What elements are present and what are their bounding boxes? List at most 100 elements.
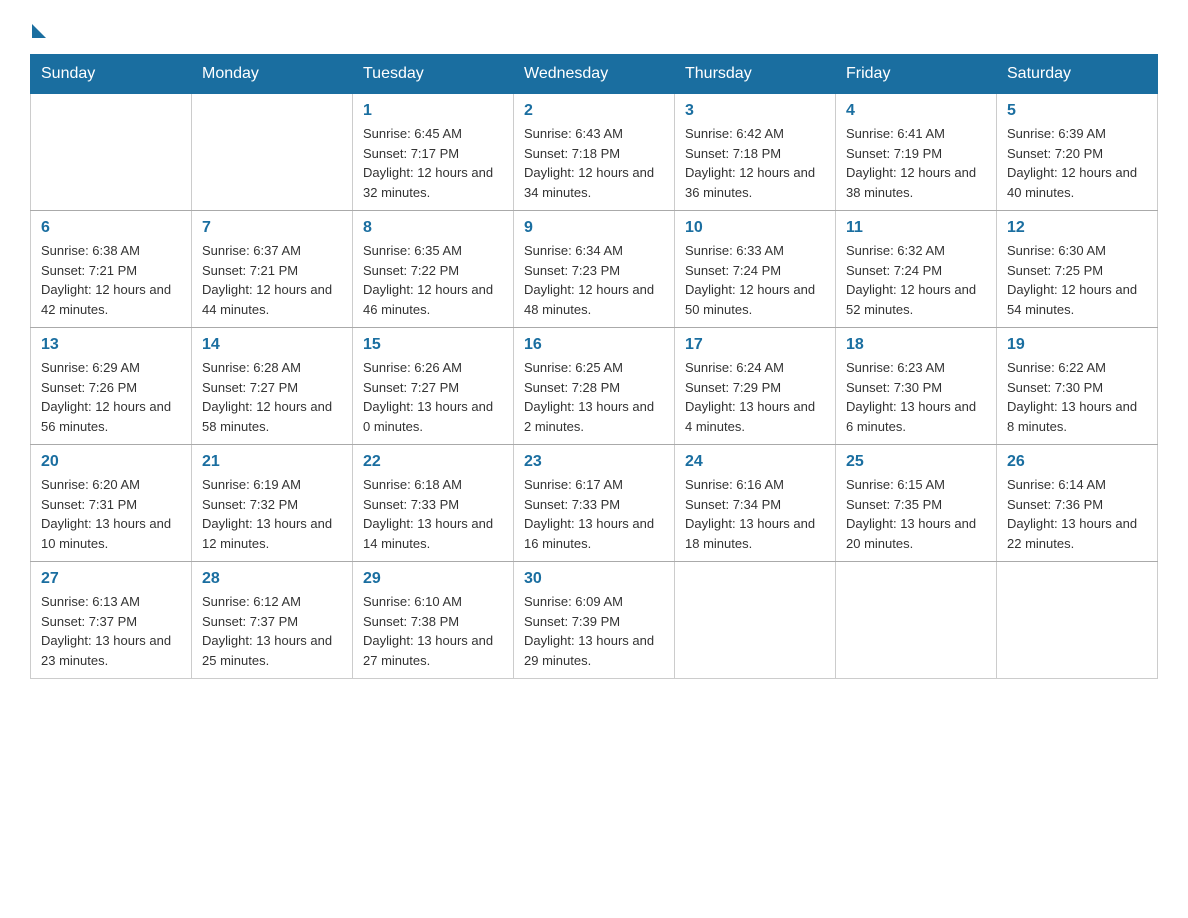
calendar-cell: 12 Sunrise: 6:30 AMSunset: 7:25 PMDayligh… bbox=[997, 211, 1158, 328]
calendar-cell: 16 Sunrise: 6:25 AMSunset: 7:28 PMDayligh… bbox=[514, 328, 675, 445]
weekday-header-monday: Monday bbox=[192, 55, 353, 94]
calendar-cell: 11Sunrise: 6:32 AMSunset: 7:24 PMDayligh… bbox=[836, 211, 997, 328]
day-number: 12 bbox=[1007, 219, 1147, 237]
logo-triangle-icon bbox=[32, 24, 46, 38]
day-detail: Sunrise: 6:30 AMSunset: 7:25 PMDaylight:… bbox=[1007, 241, 1147, 319]
day-detail: Sunrise: 6:39 AMSunset: 7:20 PMDaylight:… bbox=[1007, 124, 1147, 202]
day-detail: Sunrise: 6:24 AMSunset: 7:29 PMDaylight:… bbox=[685, 358, 825, 436]
day-number: 19 bbox=[1007, 336, 1147, 354]
calendar-cell bbox=[836, 562, 997, 679]
day-detail: Sunrise: 6:13 AMSunset: 7:37 PMDaylight:… bbox=[41, 592, 181, 670]
day-detail: Sunrise: 6:19 AMSunset: 7:32 PMDaylight:… bbox=[202, 475, 342, 553]
weekday-header-wednesday: Wednesday bbox=[514, 55, 675, 94]
calendar-cell: 7 Sunrise: 6:37 AMSunset: 7:21 PMDaylight… bbox=[192, 211, 353, 328]
day-number: 30 bbox=[524, 570, 664, 588]
day-number: 20 bbox=[41, 453, 181, 471]
calendar-cell: 24 Sunrise: 6:16 AMSunset: 7:34 PMDayligh… bbox=[675, 445, 836, 562]
day-detail: Sunrise: 6:20 AMSunset: 7:31 PMDaylight:… bbox=[41, 475, 181, 553]
day-detail: Sunrise: 6:42 AMSunset: 7:18 PMDaylight:… bbox=[685, 124, 825, 202]
day-detail: Sunrise: 6:15 AMSunset: 7:35 PMDaylight:… bbox=[846, 475, 986, 553]
weekday-header-row: SundayMondayTuesdayWednesdayThursdayFrid… bbox=[31, 55, 1158, 94]
calendar-cell: 29 Sunrise: 6:10 AMSunset: 7:38 PMDayligh… bbox=[353, 562, 514, 679]
day-detail: Sunrise: 6:23 AMSunset: 7:30 PMDaylight:… bbox=[846, 358, 986, 436]
calendar-cell: 18 Sunrise: 6:23 AMSunset: 7:30 PMDayligh… bbox=[836, 328, 997, 445]
day-detail: Sunrise: 6:37 AMSunset: 7:21 PMDaylight:… bbox=[202, 241, 342, 319]
calendar-cell: 22Sunrise: 6:18 AMSunset: 7:33 PMDayligh… bbox=[353, 445, 514, 562]
day-detail: Sunrise: 6:09 AMSunset: 7:39 PMDaylight:… bbox=[524, 592, 664, 670]
calendar-cell bbox=[997, 562, 1158, 679]
calendar-table: SundayMondayTuesdayWednesdayThursdayFrid… bbox=[30, 54, 1158, 679]
day-number: 1 bbox=[363, 102, 503, 120]
weekday-header-thursday: Thursday bbox=[675, 55, 836, 94]
calendar-cell bbox=[675, 562, 836, 679]
calendar-week-row: 6Sunrise: 6:38 AMSunset: 7:21 PMDaylight… bbox=[31, 211, 1158, 328]
day-number: 24 bbox=[685, 453, 825, 471]
day-detail: Sunrise: 6:14 AMSunset: 7:36 PMDaylight:… bbox=[1007, 475, 1147, 553]
day-number: 28 bbox=[202, 570, 342, 588]
calendar-cell: 1 Sunrise: 6:45 AMSunset: 7:17 PMDaylight… bbox=[353, 94, 514, 211]
day-number: 16 bbox=[524, 336, 664, 354]
day-detail: Sunrise: 6:16 AMSunset: 7:34 PMDaylight:… bbox=[685, 475, 825, 553]
calendar-cell: 8 Sunrise: 6:35 AMSunset: 7:22 PMDaylight… bbox=[353, 211, 514, 328]
day-number: 9 bbox=[524, 219, 664, 237]
day-number: 7 bbox=[202, 219, 342, 237]
calendar-cell: 3Sunrise: 6:42 AMSunset: 7:18 PMDaylight… bbox=[675, 94, 836, 211]
calendar-cell: 5 Sunrise: 6:39 AMSunset: 7:20 PMDaylight… bbox=[997, 94, 1158, 211]
calendar-cell: 17 Sunrise: 6:24 AMSunset: 7:29 PMDayligh… bbox=[675, 328, 836, 445]
calendar-cell: 19 Sunrise: 6:22 AMSunset: 7:30 PMDayligh… bbox=[997, 328, 1158, 445]
day-number: 29 bbox=[363, 570, 503, 588]
day-number: 23 bbox=[524, 453, 664, 471]
day-number: 14 bbox=[202, 336, 342, 354]
day-detail: Sunrise: 6:22 AMSunset: 7:30 PMDaylight:… bbox=[1007, 358, 1147, 436]
day-detail: Sunrise: 6:41 AMSunset: 7:19 PMDaylight:… bbox=[846, 124, 986, 202]
day-number: 5 bbox=[1007, 102, 1147, 120]
day-number: 27 bbox=[41, 570, 181, 588]
day-detail: Sunrise: 6:28 AMSunset: 7:27 PMDaylight:… bbox=[202, 358, 342, 436]
weekday-header-sunday: Sunday bbox=[31, 55, 192, 94]
calendar-week-row: 20 Sunrise: 6:20 AMSunset: 7:31 PMDayligh… bbox=[31, 445, 1158, 562]
day-detail: Sunrise: 6:33 AMSunset: 7:24 PMDaylight:… bbox=[685, 241, 825, 319]
day-detail: Sunrise: 6:17 AMSunset: 7:33 PMDaylight:… bbox=[524, 475, 664, 553]
calendar-cell bbox=[31, 94, 192, 211]
calendar-cell: 15 Sunrise: 6:26 AMSunset: 7:27 PMDayligh… bbox=[353, 328, 514, 445]
day-detail: Sunrise: 6:26 AMSunset: 7:27 PMDaylight:… bbox=[363, 358, 503, 436]
weekday-header-saturday: Saturday bbox=[997, 55, 1158, 94]
calendar-cell: 14 Sunrise: 6:28 AMSunset: 7:27 PMDayligh… bbox=[192, 328, 353, 445]
day-number: 17 bbox=[685, 336, 825, 354]
day-number: 18 bbox=[846, 336, 986, 354]
page-header bbox=[30, 20, 1158, 36]
weekday-header-tuesday: Tuesday bbox=[353, 55, 514, 94]
calendar-cell: 2 Sunrise: 6:43 AMSunset: 7:18 PMDaylight… bbox=[514, 94, 675, 211]
day-detail: Sunrise: 6:43 AMSunset: 7:18 PMDaylight:… bbox=[524, 124, 664, 202]
calendar-cell: 28 Sunrise: 6:12 AMSunset: 7:37 PMDayligh… bbox=[192, 562, 353, 679]
day-detail: Sunrise: 6:32 AMSunset: 7:24 PMDaylight:… bbox=[846, 241, 986, 319]
day-number: 2 bbox=[524, 102, 664, 120]
day-number: 4 bbox=[846, 102, 986, 120]
calendar-cell: 27 Sunrise: 6:13 AMSunset: 7:37 PMDayligh… bbox=[31, 562, 192, 679]
day-detail: Sunrise: 6:12 AMSunset: 7:37 PMDaylight:… bbox=[202, 592, 342, 670]
calendar-cell bbox=[192, 94, 353, 211]
day-detail: Sunrise: 6:38 AMSunset: 7:21 PMDaylight:… bbox=[41, 241, 181, 319]
calendar-cell: 23 Sunrise: 6:17 AMSunset: 7:33 PMDayligh… bbox=[514, 445, 675, 562]
calendar-week-row: 13 Sunrise: 6:29 AMSunset: 7:26 PMDayligh… bbox=[31, 328, 1158, 445]
weekday-header-friday: Friday bbox=[836, 55, 997, 94]
day-number: 26 bbox=[1007, 453, 1147, 471]
day-number: 10 bbox=[685, 219, 825, 237]
day-number: 15 bbox=[363, 336, 503, 354]
day-detail: Sunrise: 6:34 AMSunset: 7:23 PMDaylight:… bbox=[524, 241, 664, 319]
calendar-cell: 13 Sunrise: 6:29 AMSunset: 7:26 PMDayligh… bbox=[31, 328, 192, 445]
day-detail: Sunrise: 6:10 AMSunset: 7:38 PMDaylight:… bbox=[363, 592, 503, 670]
day-detail: Sunrise: 6:35 AMSunset: 7:22 PMDaylight:… bbox=[363, 241, 503, 319]
calendar-cell: 20 Sunrise: 6:20 AMSunset: 7:31 PMDayligh… bbox=[31, 445, 192, 562]
day-detail: Sunrise: 6:25 AMSunset: 7:28 PMDaylight:… bbox=[524, 358, 664, 436]
day-detail: Sunrise: 6:45 AMSunset: 7:17 PMDaylight:… bbox=[363, 124, 503, 202]
calendar-cell: 10 Sunrise: 6:33 AMSunset: 7:24 PMDayligh… bbox=[675, 211, 836, 328]
calendar-cell: 9 Sunrise: 6:34 AMSunset: 7:23 PMDaylight… bbox=[514, 211, 675, 328]
calendar-cell: 4 Sunrise: 6:41 AMSunset: 7:19 PMDaylight… bbox=[836, 94, 997, 211]
day-detail: Sunrise: 6:29 AMSunset: 7:26 PMDaylight:… bbox=[41, 358, 181, 436]
day-number: 13 bbox=[41, 336, 181, 354]
day-detail: Sunrise: 6:18 AMSunset: 7:33 PMDaylight:… bbox=[363, 475, 503, 553]
calendar-cell: 30 Sunrise: 6:09 AMSunset: 7:39 PMDayligh… bbox=[514, 562, 675, 679]
calendar-cell: 6Sunrise: 6:38 AMSunset: 7:21 PMDaylight… bbox=[31, 211, 192, 328]
day-number: 8 bbox=[363, 219, 503, 237]
